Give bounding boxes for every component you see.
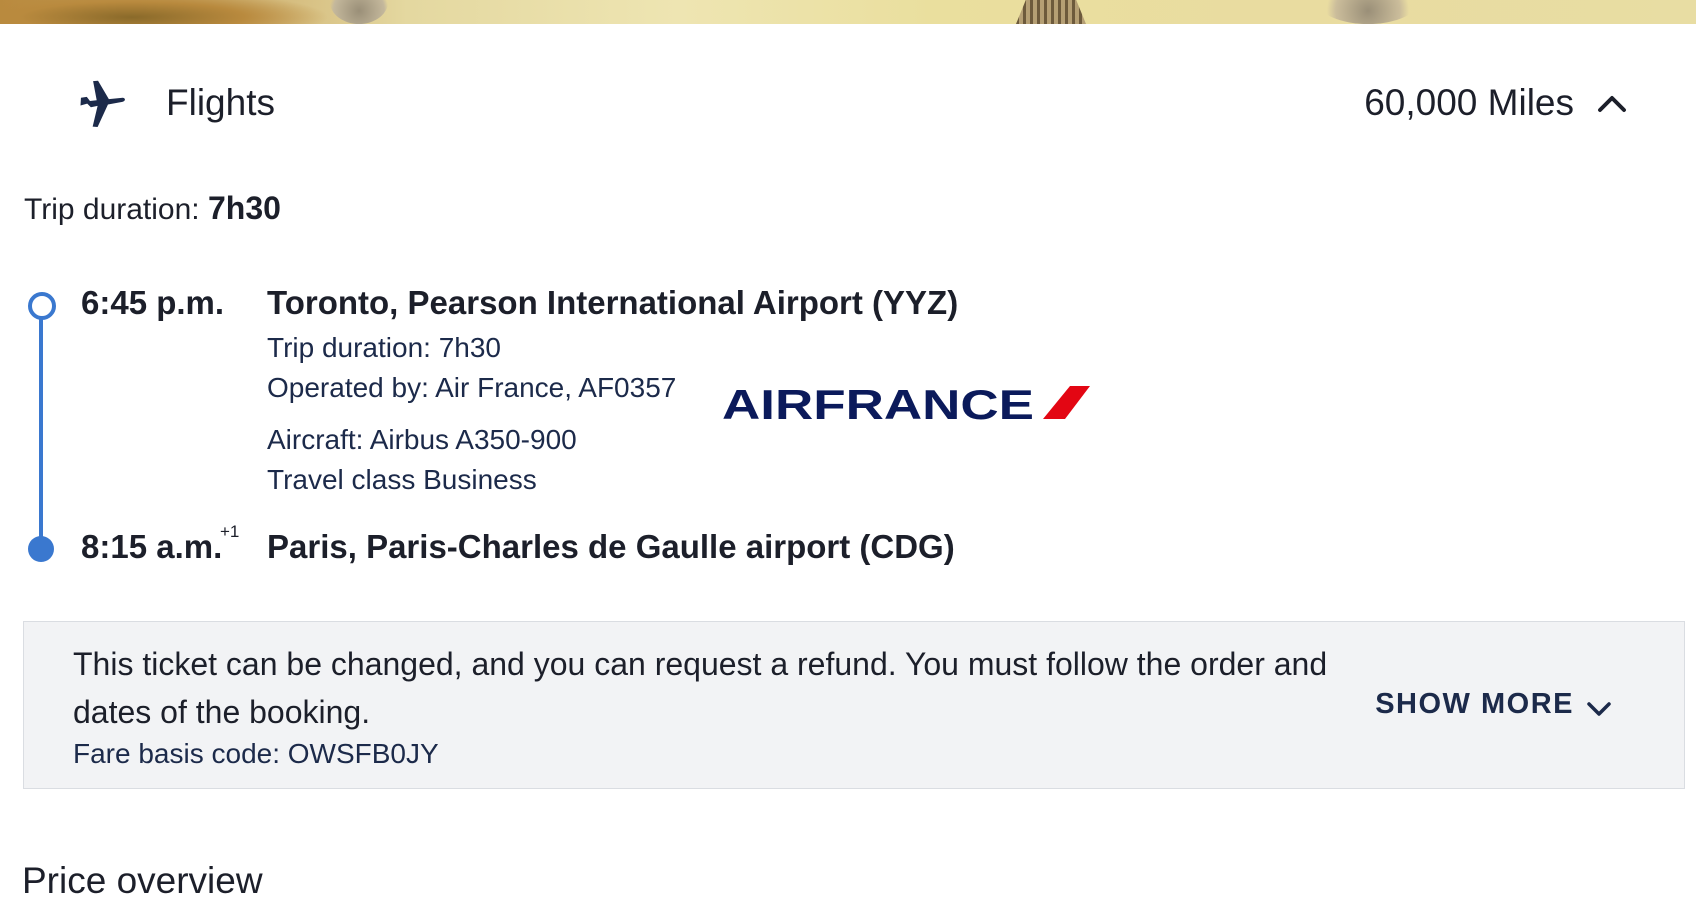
departure-dot <box>28 292 56 320</box>
flights-title: Flights <box>166 82 275 123</box>
travel-class: Travel class Business <box>267 464 537 495</box>
fare-conditions-text: This ticket can be changed, and you can … <box>73 646 1328 730</box>
trip-duration-summary: Trip duration: 7h30 <box>24 190 281 227</box>
arrival-dot <box>28 536 54 562</box>
arrival-airport: Paris, Paris-Charles de Gaulle airport (… <box>267 528 955 565</box>
airfrance-logo: AIRFRANCE <box>722 384 1090 424</box>
departure-airport: Toronto, Pearson International Airport (… <box>267 284 959 321</box>
hero-foliage <box>0 0 330 24</box>
hero-image <box>0 0 1696 24</box>
show-more-label: SHOW MORE <box>1375 688 1574 720</box>
price-overview-title: Price overview <box>22 860 263 901</box>
arrival-time: 8:15 a.m. <box>81 528 223 565</box>
timeline-line <box>39 312 43 548</box>
trip-duration-label: Trip duration: <box>24 193 200 226</box>
hero-rock-left <box>330 0 388 24</box>
fare-conditions-panel: This ticket can be changed, and you can … <box>23 621 1685 789</box>
chevron-up-icon[interactable] <box>1594 86 1630 122</box>
chevron-down-icon[interactable] <box>1584 694 1614 724</box>
trip-duration-value: 7h30 <box>207 190 281 226</box>
segment-trip-duration: Trip duration: 7h30 <box>267 332 501 363</box>
hero-eiffel-tower <box>1016 0 1086 24</box>
arrival-day-offset: +1 <box>220 522 240 541</box>
fare-basis-code: Fare basis code: OWSFB0JY <box>73 738 439 769</box>
miles-total: 60,000 Miles <box>1364 82 1574 123</box>
airfrance-logo-text: AIRFRANCE <box>722 384 1034 424</box>
flights-header[interactable]: Flights 60,000 Miles <box>0 60 1696 150</box>
hero-rock-right <box>1318 0 1418 24</box>
departure-time: 6:45 p.m. <box>81 284 225 321</box>
operated-by: Operated by: Air France, AF0357 <box>267 372 677 403</box>
aircraft: Aircraft: Airbus A350-900 <box>267 424 577 455</box>
plane-icon <box>80 80 125 128</box>
show-more-button[interactable]: SHOW MORE <box>1375 688 1614 721</box>
